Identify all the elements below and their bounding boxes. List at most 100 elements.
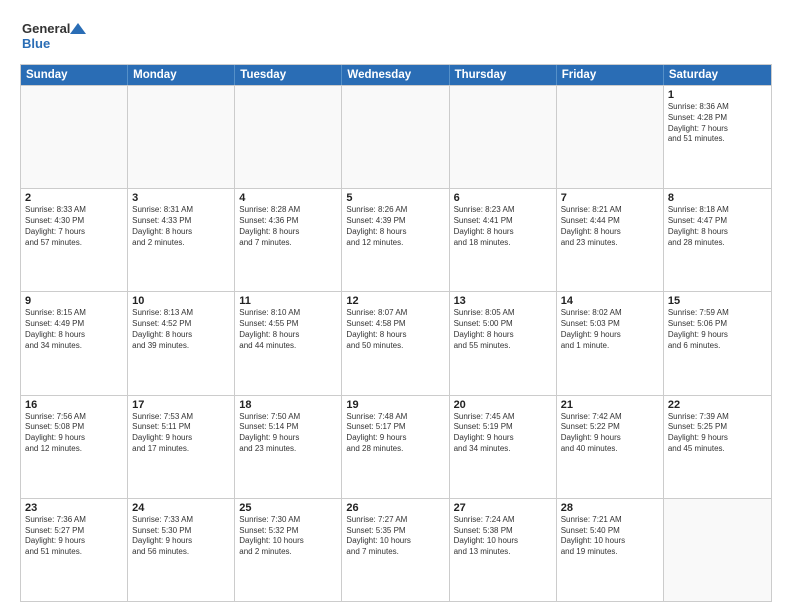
calendar-row-2: 9Sunrise: 8:15 AM Sunset: 4:49 PM Daylig… <box>21 291 771 394</box>
calendar-row-0: 1Sunrise: 8:36 AM Sunset: 4:28 PM Daylig… <box>21 85 771 188</box>
calendar-row-3: 16Sunrise: 7:56 AM Sunset: 5:08 PM Dayli… <box>21 395 771 498</box>
calendar-cell-r1-c6: 8Sunrise: 8:18 AM Sunset: 4:47 PM Daylig… <box>664 189 771 291</box>
calendar-cell-r4-c4: 27Sunrise: 7:24 AM Sunset: 5:38 PM Dayli… <box>450 499 557 601</box>
calendar-cell-r1-c5: 7Sunrise: 8:21 AM Sunset: 4:44 PM Daylig… <box>557 189 664 291</box>
day-number: 24 <box>132 502 230 514</box>
day-details: Sunrise: 7:50 AM Sunset: 5:14 PM Dayligh… <box>239 412 337 455</box>
day-details: Sunrise: 7:33 AM Sunset: 5:30 PM Dayligh… <box>132 515 230 558</box>
calendar-cell-r2-c5: 14Sunrise: 8:02 AM Sunset: 5:03 PM Dayli… <box>557 292 664 394</box>
day-number: 1 <box>668 89 767 101</box>
calendar-cell-r2-c3: 12Sunrise: 8:07 AM Sunset: 4:58 PM Dayli… <box>342 292 449 394</box>
calendar-cell-r1-c0: 2Sunrise: 8:33 AM Sunset: 4:30 PM Daylig… <box>21 189 128 291</box>
day-details: Sunrise: 8:33 AM Sunset: 4:30 PM Dayligh… <box>25 205 123 248</box>
calendar-cell-r3-c2: 18Sunrise: 7:50 AM Sunset: 5:14 PM Dayli… <box>235 396 342 498</box>
calendar-cell-r4-c3: 26Sunrise: 7:27 AM Sunset: 5:35 PM Dayli… <box>342 499 449 601</box>
day-details: Sunrise: 7:42 AM Sunset: 5:22 PM Dayligh… <box>561 412 659 455</box>
day-details: Sunrise: 8:31 AM Sunset: 4:33 PM Dayligh… <box>132 205 230 248</box>
logo: General Blue <box>20 18 90 56</box>
calendar-cell-r2-c0: 9Sunrise: 8:15 AM Sunset: 4:49 PM Daylig… <box>21 292 128 394</box>
calendar-cell-r4-c2: 25Sunrise: 7:30 AM Sunset: 5:32 PM Dayli… <box>235 499 342 601</box>
day-details: Sunrise: 7:36 AM Sunset: 5:27 PM Dayligh… <box>25 515 123 558</box>
day-number: 3 <box>132 192 230 204</box>
day-details: Sunrise: 8:18 AM Sunset: 4:47 PM Dayligh… <box>668 205 767 248</box>
calendar-row-1: 2Sunrise: 8:33 AM Sunset: 4:30 PM Daylig… <box>21 188 771 291</box>
logo-svg: General Blue <box>20 18 90 56</box>
day-details: Sunrise: 8:21 AM Sunset: 4:44 PM Dayligh… <box>561 205 659 248</box>
calendar-row-4: 23Sunrise: 7:36 AM Sunset: 5:27 PM Dayli… <box>21 498 771 601</box>
day-number: 19 <box>346 399 444 411</box>
calendar-cell-r0-c0 <box>21 86 128 188</box>
day-number: 2 <box>25 192 123 204</box>
calendar-cell-r3-c3: 19Sunrise: 7:48 AM Sunset: 5:17 PM Dayli… <box>342 396 449 498</box>
calendar-cell-r4-c0: 23Sunrise: 7:36 AM Sunset: 5:27 PM Dayli… <box>21 499 128 601</box>
calendar-header: SundayMondayTuesdayWednesdayThursdayFrid… <box>21 65 771 85</box>
day-details: Sunrise: 8:28 AM Sunset: 4:36 PM Dayligh… <box>239 205 337 248</box>
calendar-cell-r1-c3: 5Sunrise: 8:26 AM Sunset: 4:39 PM Daylig… <box>342 189 449 291</box>
calendar-body: 1Sunrise: 8:36 AM Sunset: 4:28 PM Daylig… <box>21 85 771 601</box>
calendar-cell-r1-c2: 4Sunrise: 8:28 AM Sunset: 4:36 PM Daylig… <box>235 189 342 291</box>
calendar-cell-r0-c4 <box>450 86 557 188</box>
day-number: 9 <box>25 295 123 307</box>
header-day-monday: Monday <box>128 65 235 85</box>
day-number: 22 <box>668 399 767 411</box>
day-details: Sunrise: 8:15 AM Sunset: 4:49 PM Dayligh… <box>25 308 123 351</box>
day-number: 4 <box>239 192 337 204</box>
calendar-cell-r3-c4: 20Sunrise: 7:45 AM Sunset: 5:19 PM Dayli… <box>450 396 557 498</box>
day-details: Sunrise: 7:27 AM Sunset: 5:35 PM Dayligh… <box>346 515 444 558</box>
calendar-cell-r1-c1: 3Sunrise: 8:31 AM Sunset: 4:33 PM Daylig… <box>128 189 235 291</box>
calendar-cell-r0-c3 <box>342 86 449 188</box>
day-number: 10 <box>132 295 230 307</box>
day-details: Sunrise: 7:59 AM Sunset: 5:06 PM Dayligh… <box>668 308 767 351</box>
header-day-tuesday: Tuesday <box>235 65 342 85</box>
day-details: Sunrise: 8:13 AM Sunset: 4:52 PM Dayligh… <box>132 308 230 351</box>
calendar-cell-r3-c0: 16Sunrise: 7:56 AM Sunset: 5:08 PM Dayli… <box>21 396 128 498</box>
day-number: 20 <box>454 399 552 411</box>
calendar-cell-r0-c6: 1Sunrise: 8:36 AM Sunset: 4:28 PM Daylig… <box>664 86 771 188</box>
header-day-wednesday: Wednesday <box>342 65 449 85</box>
day-details: Sunrise: 8:10 AM Sunset: 4:55 PM Dayligh… <box>239 308 337 351</box>
calendar-cell-r4-c5: 28Sunrise: 7:21 AM Sunset: 5:40 PM Dayli… <box>557 499 664 601</box>
header-day-sunday: Sunday <box>21 65 128 85</box>
svg-text:General: General <box>22 21 70 36</box>
day-details: Sunrise: 7:53 AM Sunset: 5:11 PM Dayligh… <box>132 412 230 455</box>
day-number: 6 <box>454 192 552 204</box>
day-number: 8 <box>668 192 767 204</box>
day-details: Sunrise: 7:21 AM Sunset: 5:40 PM Dayligh… <box>561 515 659 558</box>
header-day-saturday: Saturday <box>664 65 771 85</box>
day-details: Sunrise: 8:26 AM Sunset: 4:39 PM Dayligh… <box>346 205 444 248</box>
day-number: 21 <box>561 399 659 411</box>
calendar-cell-r2-c6: 15Sunrise: 7:59 AM Sunset: 5:06 PM Dayli… <box>664 292 771 394</box>
day-number: 23 <box>25 502 123 514</box>
day-number: 12 <box>346 295 444 307</box>
day-number: 28 <box>561 502 659 514</box>
day-number: 18 <box>239 399 337 411</box>
header-day-friday: Friday <box>557 65 664 85</box>
day-details: Sunrise: 7:24 AM Sunset: 5:38 PM Dayligh… <box>454 515 552 558</box>
calendar-cell-r2-c2: 11Sunrise: 8:10 AM Sunset: 4:55 PM Dayli… <box>235 292 342 394</box>
day-details: Sunrise: 7:45 AM Sunset: 5:19 PM Dayligh… <box>454 412 552 455</box>
day-number: 16 <box>25 399 123 411</box>
calendar-cell-r0-c1 <box>128 86 235 188</box>
calendar-cell-r0-c2 <box>235 86 342 188</box>
calendar: SundayMondayTuesdayWednesdayThursdayFrid… <box>20 64 772 602</box>
day-number: 17 <box>132 399 230 411</box>
day-number: 11 <box>239 295 337 307</box>
day-number: 7 <box>561 192 659 204</box>
day-number: 26 <box>346 502 444 514</box>
calendar-cell-r3-c6: 22Sunrise: 7:39 AM Sunset: 5:25 PM Dayli… <box>664 396 771 498</box>
calendar-cell-r3-c5: 21Sunrise: 7:42 AM Sunset: 5:22 PM Dayli… <box>557 396 664 498</box>
day-details: Sunrise: 7:30 AM Sunset: 5:32 PM Dayligh… <box>239 515 337 558</box>
day-number: 15 <box>668 295 767 307</box>
day-details: Sunrise: 7:56 AM Sunset: 5:08 PM Dayligh… <box>25 412 123 455</box>
day-details: Sunrise: 8:07 AM Sunset: 4:58 PM Dayligh… <box>346 308 444 351</box>
day-details: Sunrise: 8:36 AM Sunset: 4:28 PM Dayligh… <box>668 102 767 145</box>
page: General Blue SundayMondayTuesdayWednesda… <box>0 0 792 612</box>
calendar-cell-r0-c5 <box>557 86 664 188</box>
header-day-thursday: Thursday <box>450 65 557 85</box>
day-details: Sunrise: 7:48 AM Sunset: 5:17 PM Dayligh… <box>346 412 444 455</box>
calendar-cell-r2-c4: 13Sunrise: 8:05 AM Sunset: 5:00 PM Dayli… <box>450 292 557 394</box>
calendar-cell-r1-c4: 6Sunrise: 8:23 AM Sunset: 4:41 PM Daylig… <box>450 189 557 291</box>
calendar-cell-r3-c1: 17Sunrise: 7:53 AM Sunset: 5:11 PM Dayli… <box>128 396 235 498</box>
day-details: Sunrise: 8:23 AM Sunset: 4:41 PM Dayligh… <box>454 205 552 248</box>
calendar-cell-r4-c6 <box>664 499 771 601</box>
